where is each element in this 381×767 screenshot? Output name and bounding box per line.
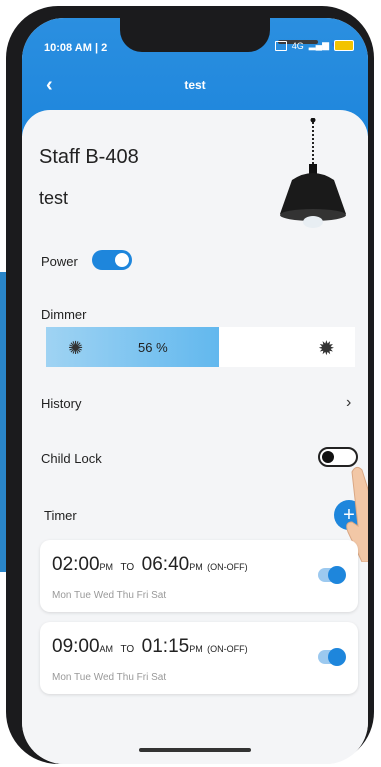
timer-label: Timer — [44, 508, 77, 523]
brightness-high-icon: ✹ — [318, 338, 335, 360]
status-time: 10:08 AM | 2 — [44, 42, 108, 54]
home-indicator — [139, 748, 251, 752]
screen: 10:08 AM | 2 4G ▂▄▆ ‹ test Staff B-408 t… — [22, 18, 368, 764]
timer-card-1[interactable]: 02:00PM TO 06:40PM (ON-OFF) Mon Tue Wed … — [40, 540, 358, 612]
power-toggle[interactable] — [92, 250, 132, 270]
dimmer-label: Dimmer — [41, 307, 87, 322]
timer-card-2[interactable]: 09:00AM TO 01:15PM (ON-OFF) Mon Tue Wed … — [40, 622, 358, 694]
timer-to: TO — [120, 644, 135, 655]
brightness-low-icon: ✺ — [68, 338, 84, 358]
chevron-right-icon[interactable]: › — [346, 394, 351, 412]
notification-icon — [274, 40, 287, 51]
device-name: Staff B-408 — [39, 146, 139, 168]
battery-icon — [334, 40, 354, 51]
signal-icon: ▂▄▆ — [308, 40, 329, 50]
timer-times: 09:00AM TO 01:15PM (ON-OFF) — [52, 636, 248, 658]
notch — [120, 18, 337, 52]
timer-to: TO — [120, 562, 135, 573]
timer-days: Mon Tue Wed Thu Fri Sat — [52, 672, 167, 683]
network-label: 4G — [291, 40, 304, 51]
timer-start: 02:00 — [52, 554, 100, 575]
timer-mode: (ON-OFF) — [207, 644, 248, 654]
dimmer-value: 56 % — [138, 340, 168, 355]
device-room: test — [39, 188, 69, 208]
phone-frame: 10:08 AM | 2 4G ▂▄▆ ‹ test Staff B-408 t… — [6, 6, 374, 764]
timer-end: 06:40 — [141, 554, 190, 575]
timer-toggle[interactable] — [318, 566, 346, 584]
dimmer-slider[interactable]: ✺ 56 % ✹ — [46, 327, 355, 367]
timer-start: 09:00 — [52, 636, 100, 657]
timer-days: Mon Tue Wed Thu Fri Sat — [52, 590, 167, 601]
timer-start-ampm: PM — [99, 562, 114, 572]
timer-mode: (ON-OFF) — [207, 562, 248, 572]
timer-end-ampm: PM — [189, 562, 203, 572]
timer-start-ampm: AM — [99, 644, 114, 654]
timer-end-ampm: PM — [189, 644, 203, 654]
timer-toggle[interactable] — [318, 648, 346, 666]
lamp-icon — [280, 118, 346, 228]
timer-end: 01:15 — [141, 636, 190, 657]
child-lock-label: Child Lock — [41, 451, 102, 466]
power-label: Power — [41, 254, 78, 269]
history-label[interactable]: History — [41, 396, 81, 411]
timer-times: 02:00PM TO 06:40PM (ON-OFF) — [52, 554, 248, 576]
status-icons: 4G ▂▄▆ — [274, 40, 354, 51]
page-title: test — [184, 78, 206, 92]
